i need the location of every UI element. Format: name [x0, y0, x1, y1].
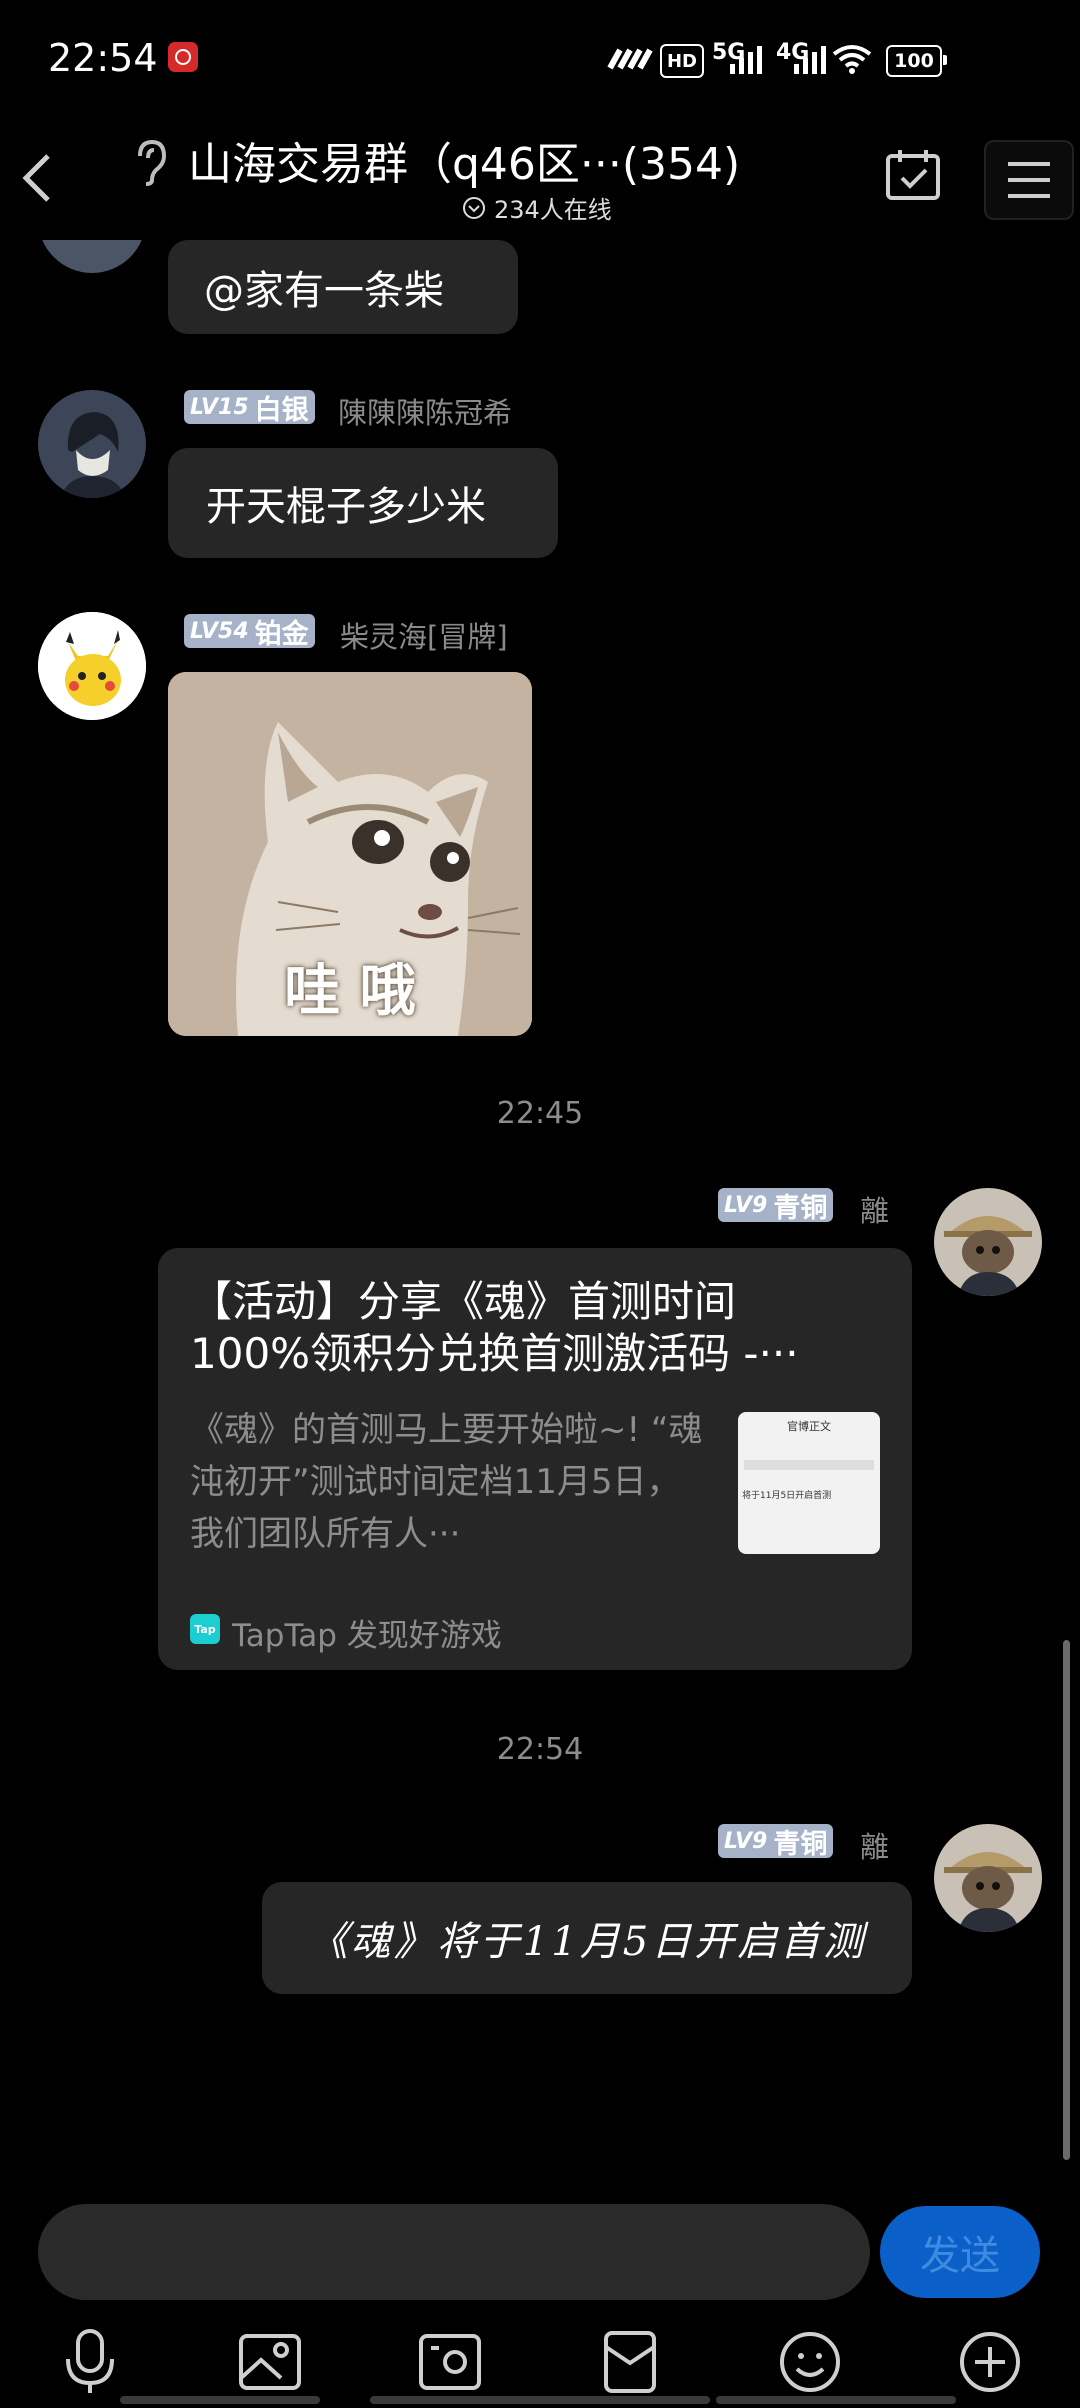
- hd-icon: HD: [660, 44, 704, 78]
- level-badge: LV54 铂金: [184, 614, 315, 650]
- battery-level: 100: [894, 50, 934, 72]
- chevron-down-circle-icon: [463, 196, 485, 219]
- nav-gesture-bar: [120, 2396, 320, 2404]
- calendar-check-icon[interactable]: [884, 148, 942, 206]
- level-badge: LV9 青铜: [718, 1188, 834, 1224]
- message-text: 开天棍子多少米: [206, 484, 486, 530]
- rank-label: 白银: [254, 394, 309, 426]
- timestamp-separator: 22:45: [496, 1096, 584, 1131]
- status-time: 22:54: [48, 36, 158, 80]
- send-label: 发送: [920, 2233, 1000, 2279]
- level-label: LV9: [724, 1828, 768, 1854]
- share-card-title: 【活动】分享《魂》首测时间100%领积分兑换首测激活码 -···: [190, 1277, 799, 1378]
- message-bubble[interactable]: 开天棍子多少米: [168, 448, 558, 558]
- send-button[interactable]: 发送: [880, 2206, 1040, 2298]
- red-packet-icon[interactable]: [590, 2322, 670, 2402]
- 5g-signal-bars-icon: [730, 44, 762, 74]
- sticker-caption: 哇 哦: [284, 959, 416, 1024]
- music-app-icon: [168, 42, 198, 72]
- menu-icon: [1008, 162, 1050, 198]
- message-text: 《魂》将于11月5日开启首测: [307, 1919, 867, 1965]
- online-count-label: 234人在线: [494, 196, 612, 224]
- share-card-source: TapTap 发现好游戏: [232, 1618, 502, 1654]
- share-card-thumbnail: 官博正文 将于11月5日开启首测: [738, 1412, 880, 1554]
- thumbnail-title: 官博正文: [787, 1420, 831, 1433]
- message-text: @家有一条柴: [204, 268, 444, 314]
- online-count[interactable]: 234人在线: [462, 190, 612, 225]
- nav-gesture-bar: [370, 2396, 710, 2404]
- wifi-icon: [832, 44, 872, 78]
- back-icon[interactable]: [18, 150, 58, 210]
- timestamp-separator: 22:54: [496, 1732, 584, 1767]
- battery-icon: 100: [886, 45, 947, 77]
- rank-label: 青铜: [773, 1828, 828, 1860]
- 4g-signal-bars-icon: [794, 44, 826, 74]
- message-bubble[interactable]: 《魂》将于11月5日开启首测: [262, 1882, 912, 1994]
- scrollbar[interactable]: [1063, 1640, 1070, 2160]
- avatar[interactable]: [38, 390, 146, 498]
- message-bubble[interactable]: @家有一条柴: [168, 240, 518, 334]
- status-bar: 22:54 HD 5G 4G 100: [0, 0, 1080, 120]
- level-badge: LV9 青铜: [718, 1824, 834, 1860]
- signal-strength-icon: [606, 48, 654, 70]
- avatar[interactable]: [38, 612, 146, 720]
- sender-nickname[interactable]: 離: [860, 1824, 889, 1866]
- image-icon[interactable]: [230, 2322, 310, 2402]
- nav-gesture-bar: [716, 2396, 956, 2404]
- avatar[interactable]: [934, 1188, 1042, 1296]
- share-card[interactable]: 【活动】分享《魂》首测时间100%领积分兑换首测激活码 -··· 《魂》的首测马…: [158, 1248, 912, 1670]
- rank-label: 青铜: [773, 1192, 828, 1224]
- hd-label: HD: [666, 50, 697, 72]
- thumbnail-line: 将于11月5日开启首测: [742, 1491, 832, 1501]
- sender-nickname[interactable]: 離: [860, 1188, 889, 1230]
- earpiece-mode-icon[interactable]: [130, 138, 170, 190]
- level-label: LV54: [190, 618, 249, 644]
- microphone-icon[interactable]: [50, 2322, 130, 2402]
- group-title[interactable]: 山海交易群（q46区···(354): [188, 128, 740, 192]
- emoji-icon[interactable]: [770, 2322, 850, 2402]
- sender-nickname[interactable]: 柴灵海[冒牌]: [340, 614, 508, 656]
- share-card-description: 《魂》的首测马上要开始啦~! “魂沌初开”测试时间定档11月5日，我们团队所有人…: [190, 1410, 703, 1554]
- level-label: LV15: [190, 394, 249, 420]
- taptap-icon: Tap: [190, 1614, 220, 1644]
- plus-icon[interactable]: [950, 2322, 1030, 2402]
- menu-button[interactable]: [984, 140, 1074, 220]
- rank-label: 铂金: [254, 618, 309, 650]
- camera-icon[interactable]: [410, 2322, 490, 2402]
- sender-nickname[interactable]: 陳陳陳陈冠希: [338, 390, 512, 432]
- level-label: LV9: [724, 1192, 768, 1218]
- taptap-icon-label: Tap: [194, 1622, 216, 1636]
- message-input[interactable]: [38, 2204, 870, 2300]
- cat-sticker-image[interactable]: 哇 哦: [168, 672, 532, 1036]
- level-badge: LV15 白银: [184, 390, 315, 426]
- avatar[interactable]: [934, 1824, 1042, 1932]
